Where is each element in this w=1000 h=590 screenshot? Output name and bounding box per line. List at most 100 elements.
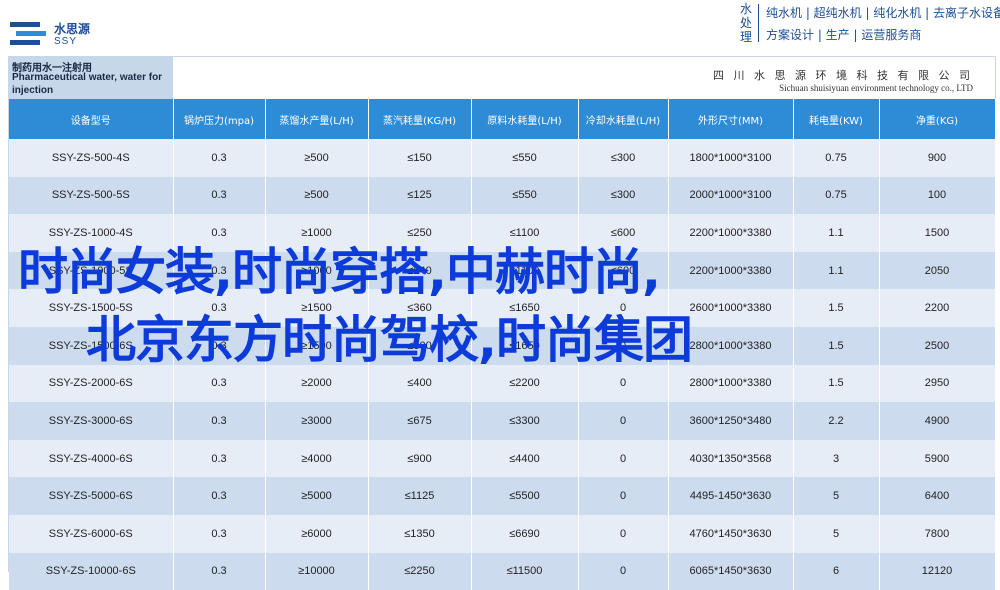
table-cell: 0	[578, 364, 669, 403]
table-cell: 2000*1000*3100	[668, 176, 794, 215]
table-cell: 5	[793, 477, 880, 515]
header-cooling-water: 冷却水耗量(L/H)	[578, 99, 669, 139]
table-cell: 0.3	[173, 139, 266, 177]
table-cell: SSY-ZS-2000-6S	[9, 364, 174, 403]
table-cell: 0	[578, 514, 669, 553]
header-boiler-pressure: 锅炉压力(mpa)	[173, 99, 266, 139]
table-cell: SSY-ZS-4000-6S	[9, 439, 174, 478]
table-cell: 7800	[879, 514, 996, 553]
table-cell: 2200*1000*3380	[668, 251, 794, 290]
table-cell: 900	[879, 139, 996, 177]
table-cell: ≤400	[368, 364, 472, 403]
table-cell: 1800*1000*3100	[668, 139, 794, 177]
table-cell: 12120	[879, 552, 996, 590]
table-cell: ≤11500	[471, 552, 579, 590]
table-cell: ≤2250	[368, 552, 472, 590]
company-name-cn: 四 川 水 思 源 环 境 科 技 有 限 公 司	[713, 69, 973, 82]
table-row: SSY-ZS-3000-6S 0.3 ≥3000 ≤675 ≤3300 0 3600*125…	[9, 402, 996, 440]
table-cell: SSY-ZS-500-5S	[9, 176, 174, 215]
brand-name-cn: 水思源	[54, 22, 91, 36]
table-cell: 2800*1000*3380	[668, 326, 794, 365]
table-cell: 4495-1450*3630	[668, 477, 794, 515]
table-cell: 0.3	[173, 552, 266, 590]
table-cell: 4900	[879, 402, 996, 440]
table-cell: 5	[793, 514, 880, 553]
table-cell: 2.2	[793, 402, 880, 440]
table-row: SSY-ZS-1000-4S 0.3 ≥1000 ≤250 ≤1100 ≤600 2200*…	[9, 214, 996, 252]
table-cell: 100	[879, 176, 996, 215]
header-power: 耗电量(KW)	[793, 99, 880, 139]
table-cell: ≤4400	[471, 439, 579, 478]
table-cell: 1.1	[793, 214, 880, 252]
table-cell: ≥500	[265, 139, 369, 177]
table-cell: 0.3	[173, 326, 266, 365]
table-cell: 2200	[879, 289, 996, 327]
table-cell: 1.5	[793, 289, 880, 327]
table-cell: ≤1650	[471, 289, 579, 327]
table-cell: ≥3000	[265, 402, 369, 440]
table-cell: ≤5500	[471, 477, 579, 515]
table-cell: 3	[793, 439, 880, 478]
table-cell: 2500	[879, 326, 996, 365]
table-cell: 0	[578, 402, 669, 440]
header-net-weight: 净重(KG)	[879, 99, 996, 139]
table-cell: ≤600	[578, 214, 669, 252]
header-distilled-output: 蒸馏水产量(L/H)	[265, 99, 369, 139]
table-cell: SSY-ZS-1000-5S	[9, 251, 174, 290]
table-cell: ≤1350	[368, 514, 472, 553]
table-cell: 3600*1250*3480	[668, 402, 794, 440]
table-cell: ≤300	[578, 139, 669, 177]
brand-logo: 水思源 SSY	[10, 16, 120, 52]
table-cell: SSY-ZS-6000-6S	[9, 514, 174, 553]
table-row: SSY-ZS-1500-5S 0.3 ≥1500 ≤360 ≤1650 0 2600*100…	[9, 289, 996, 327]
table-cell: ≤6690	[471, 514, 579, 553]
table-cell: 0.3	[173, 402, 266, 440]
table-cell: SSY-ZS-1500-5S	[9, 289, 174, 327]
table-cell: ≥5000	[265, 477, 369, 515]
table-cell: 2050	[879, 251, 996, 290]
table-cell: 4030*1350*3568	[668, 439, 794, 478]
table-row: SSY-ZS-5000-6S 0.3 ≥5000 ≤1125 ≤5500 0 4495-14…	[9, 477, 996, 515]
table-cell: ≥1500	[265, 326, 369, 365]
table-row: SSY-ZS-500-5S 0.3 ≥500 ≤125 ≤550 ≤300 2000*100…	[9, 176, 996, 215]
table-cell: 5900	[879, 439, 996, 478]
table-cell: 0	[578, 326, 669, 365]
table-cell: 0.75	[793, 139, 880, 177]
company-name-en: Sichuan shuisiyuan environment technolog…	[779, 83, 973, 93]
table-row: SSY-ZS-500-4S 0.3 ≥500 ≤150 ≤550 ≤300 1800*100…	[9, 139, 996, 177]
table-cell: ≤2200	[471, 364, 579, 403]
table-cell: 0.3	[173, 364, 266, 403]
table-cell: ≥1000	[265, 214, 369, 252]
table-row: SSY-ZS-4000-6S 0.3 ≥4000 ≤900 ≤4400 0 4030*135…	[9, 439, 996, 478]
table-cell: 6400	[879, 477, 996, 515]
table-cell: 0	[578, 552, 669, 590]
table-cell: SSY-ZS-1500-6S	[9, 326, 174, 365]
table-cell: 2950	[879, 364, 996, 403]
table-cell: ≤3300	[471, 402, 579, 440]
table-cell: ≤360	[368, 289, 472, 327]
table-cell: 0.3	[173, 514, 266, 553]
table-cell: ≥10000	[265, 552, 369, 590]
table-row: SSY-ZS-2000-6S 0.3 ≥2000 ≤400 ≤2200 0 2800*100…	[9, 364, 996, 403]
spec-table-container: 制药用水一注射用 Pharmaceutical water, water for…	[8, 56, 996, 590]
table-cell: ≥4000	[265, 439, 369, 478]
company-banner: 四 川 水 思 源 环 境 科 技 有 限 公 司 Sichuan shuisi…	[174, 57, 995, 99]
table-row: SSY-ZS-1500-6S 0.3 ≥1500 ≤300 ≤1650 0 2800*100…	[9, 326, 996, 365]
header-dimensions: 外形尺寸(MM)	[668, 99, 794, 139]
table-cell: 0.3	[173, 251, 266, 290]
table-cell: 0	[578, 477, 669, 515]
table-cell: ≤300	[578, 176, 669, 215]
table-cell: ≥500	[265, 176, 369, 215]
table-cell: ≤550	[471, 176, 579, 215]
table-cell: 0.3	[173, 214, 266, 252]
table-cell: ≤250	[368, 214, 472, 252]
table-cell: SSY-ZS-500-4S	[9, 139, 174, 177]
table-cell: 4760*1450*3630	[668, 514, 794, 553]
table-cell: ≤600	[578, 251, 669, 290]
table-cell: ≤1125	[368, 477, 472, 515]
table-cell: ≥1000	[265, 251, 369, 290]
table-cell: ≤675	[368, 402, 472, 440]
table-cell: SSY-ZS-5000-6S	[9, 477, 174, 515]
spec-table: 设备型号 锅炉压力(mpa) 蒸馏水产量(L/H) 蒸汽耗量(KG/H) 原料水…	[9, 99, 996, 590]
product-title-en-2: injection	[12, 85, 54, 96]
